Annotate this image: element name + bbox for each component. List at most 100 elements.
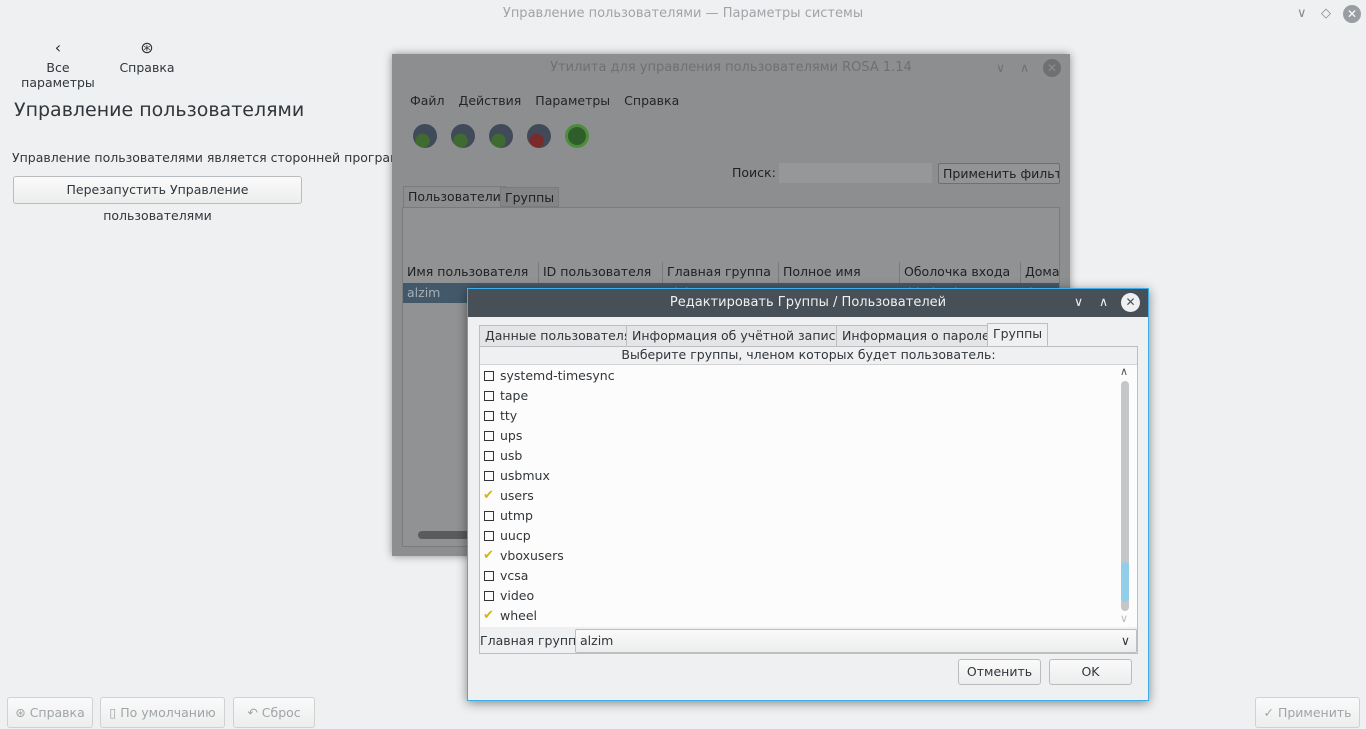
main-group-select[interactable]: alzim ∨ [575, 629, 1137, 653]
scroll-down-icon[interactable]: ∨ [1120, 612, 1128, 625]
group-name: utmp [500, 508, 533, 523]
group-item[interactable]: utmp [484, 506, 533, 526]
help-button[interactable]: ⊛ Справка [118, 38, 176, 75]
rosa-title: Утилита для управления пользователями RO… [550, 60, 912, 75]
ok-button[interactable]: OK [1049, 659, 1132, 685]
group-item[interactable]: tty [484, 406, 517, 426]
reset-button[interactable]: ↶ Сброс [233, 697, 315, 728]
rosa-maximize-icon[interactable]: ∧ [1020, 60, 1029, 75]
checkbox-unchecked[interactable] [484, 471, 494, 481]
dialog-title: Редактировать Группы / Пользователей [468, 289, 1148, 317]
page-title: Управление пользователями [14, 99, 305, 121]
dialog-maximize-icon[interactable]: ∧ [1099, 294, 1108, 309]
menu-actions[interactable]: Действия [459, 93, 522, 108]
checkbox-unchecked[interactable] [484, 371, 494, 381]
apply-label: Применить [1277, 705, 1352, 720]
tab-groups[interactable]: Группы [987, 323, 1049, 347]
tab-user-data[interactable]: Данные пользователя [479, 325, 638, 346]
group-item[interactable]: ups [484, 426, 522, 446]
rosa-minimize-icon[interactable]: ∨ [996, 60, 1005, 75]
checkbox-unchecked[interactable] [484, 511, 494, 521]
tab-users[interactable]: Пользователи [403, 186, 506, 207]
apply-button[interactable]: ✓ Применить [1255, 697, 1360, 728]
groups-list: ∧ ∨ systemd-timesync tape tty ups usb usbmux u… [480, 364, 1137, 627]
group-item[interactable]: vboxusers [483, 546, 564, 566]
defaults-button[interactable]: ▯ По умолчанию [100, 697, 225, 728]
main-group-value: alzim [580, 633, 614, 648]
group-name: vcsa [500, 568, 529, 583]
menu-file[interactable]: Файл [410, 93, 445, 108]
checkbox-unchecked[interactable] [484, 411, 494, 421]
checkbox-unchecked[interactable] [484, 531, 494, 541]
search-input[interactable] [779, 163, 932, 183]
group-item[interactable]: usbmux [484, 466, 550, 486]
checkbox-unchecked[interactable] [484, 431, 494, 441]
scroll-thumb[interactable] [1121, 561, 1129, 602]
group-name: vboxusers [500, 548, 564, 563]
tab-groups[interactable]: Группы [500, 187, 560, 207]
group-item[interactable]: video [484, 586, 534, 606]
footer-help-button[interactable]: ⊛ Справка [7, 697, 93, 728]
group-name: tty [500, 408, 518, 423]
cancel-button[interactable]: Отменить [958, 659, 1041, 685]
checkbox-unchecked[interactable] [484, 591, 494, 601]
lifebuoy-icon: ⊛ [140, 38, 154, 57]
group-item[interactable]: wheel [483, 606, 537, 626]
dialog-close-icon[interactable]: ✕ [1121, 293, 1140, 312]
group-name: video [500, 588, 535, 603]
dialog-minimize-icon[interactable]: ∨ [1074, 294, 1083, 309]
col-home[interactable]: Домаш [1021, 262, 1059, 283]
apply-filter-button[interactable]: Применить фильтр [938, 163, 1060, 184]
group-name: wheel [500, 608, 537, 623]
group-item[interactable]: usb [484, 446, 522, 466]
delete-user-icon[interactable] [527, 124, 551, 148]
checkbox-checked[interactable] [483, 486, 494, 506]
restart-button[interactable]: Перезапустить Управление пользователями [13, 176, 302, 223]
checkbox-unchecked[interactable] [484, 451, 494, 461]
checkbox-unchecked[interactable] [484, 391, 494, 401]
menu-settings[interactable]: Параметры [535, 93, 610, 108]
main-group-label: Главная группа [480, 633, 584, 648]
col-fullname[interactable]: Полное имя [779, 262, 900, 283]
add-group-icon[interactable] [451, 124, 475, 148]
col-uid[interactable]: ID пользователя [539, 262, 663, 283]
menubar: Файл Действия Параметры Справка [410, 93, 693, 108]
minimize-icon[interactable]: ∨ [1297, 6, 1307, 21]
edit-groups-dialog: Редактировать Группы / Пользователей ∨ ∧… [467, 288, 1149, 701]
tab-account-info[interactable]: Информация об учётной записи [626, 325, 850, 346]
help-label: Справка [119, 60, 175, 75]
group-name: uucp [500, 528, 531, 543]
vertical-scrollbar[interactable]: ∧ ∨ [1118, 365, 1134, 627]
groups-prompt: Выберите группы, членом которых будет по… [621, 347, 996, 362]
footer-help-label: Справка [29, 705, 85, 720]
checkbox-unchecked[interactable] [484, 571, 494, 581]
group-name: usb [500, 448, 523, 463]
scroll-up-icon[interactable]: ∧ [1120, 365, 1128, 378]
maximize-icon[interactable]: ◇ [1321, 6, 1331, 21]
cell-username: alzim [407, 285, 441, 300]
rosa-close-icon[interactable]: ✕ [1043, 59, 1061, 77]
group-name: systemd-timesync [500, 368, 615, 383]
back-arrow-icon: ‹ [54, 38, 62, 57]
group-item[interactable]: tape [484, 386, 528, 406]
group-item[interactable]: systemd-timesync [484, 366, 615, 386]
col-username[interactable]: Имя пользователя [403, 262, 539, 283]
chevron-down-icon: ∨ [1120, 633, 1130, 648]
all-settings-button[interactable]: ‹ Все параметры [10, 38, 106, 90]
group-item[interactable]: uucp [484, 526, 531, 546]
menu-help[interactable]: Справка [624, 93, 679, 108]
close-icon[interactable]: ✕ [1343, 5, 1361, 23]
all-settings-label: Все параметры [21, 60, 95, 90]
defaults-label: По умолчанию [120, 705, 216, 720]
edit-user-icon[interactable] [489, 124, 513, 148]
col-shell[interactable]: Оболочка входа [900, 262, 1021, 283]
add-user-icon[interactable] [413, 124, 437, 148]
col-group[interactable]: Главная группа [663, 262, 779, 283]
refresh-icon[interactable] [565, 124, 589, 148]
checkbox-checked[interactable] [483, 606, 494, 626]
group-item[interactable]: vcsa [484, 566, 528, 586]
window-title: Управление пользователями — Параметры си… [502, 6, 864, 21]
group-item[interactable]: users [483, 486, 534, 506]
checkbox-checked[interactable] [483, 546, 494, 566]
tab-password-info[interactable]: Информация о пароле [836, 325, 996, 346]
